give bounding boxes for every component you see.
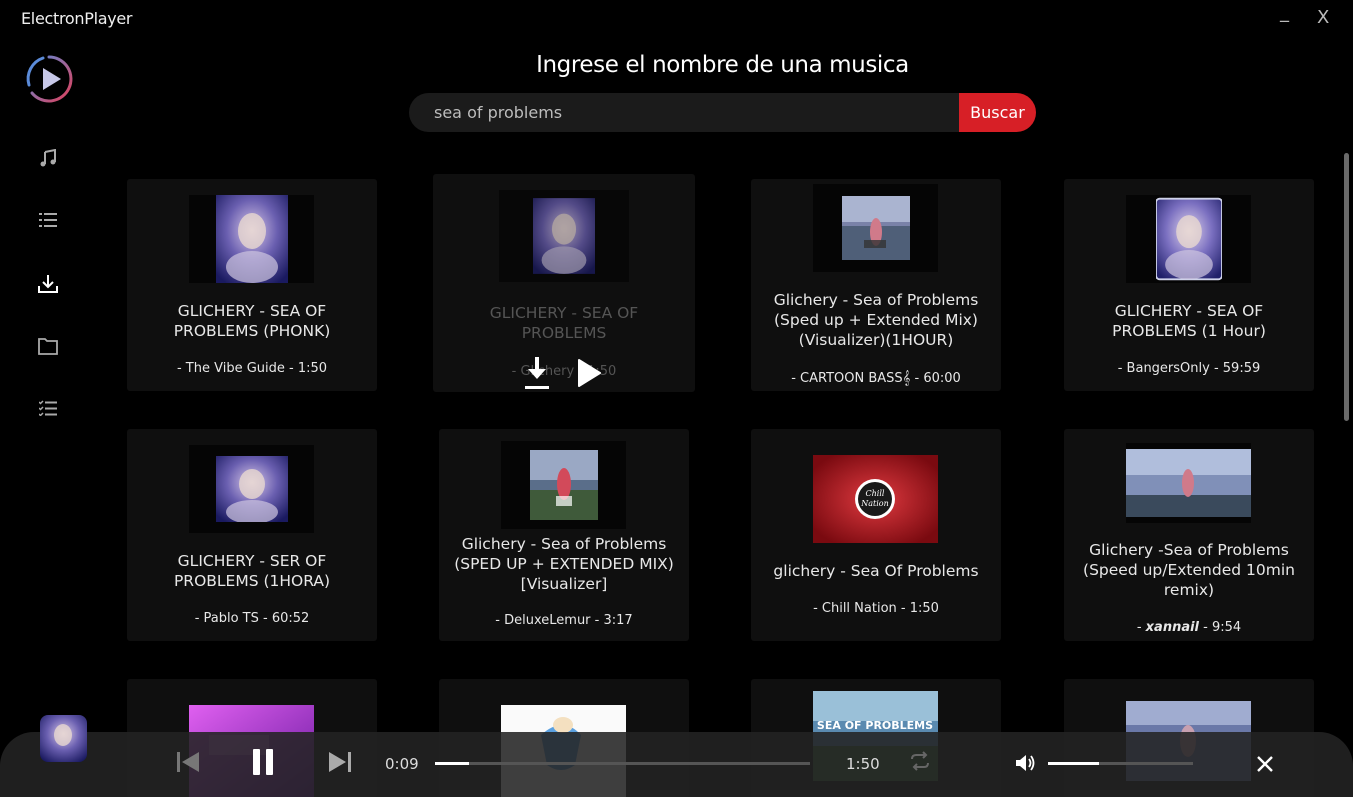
- result-title: GLICHERY - SEA OF PROBLEMS (PHONK): [173, 302, 331, 340]
- volume-fill: [1048, 762, 1099, 765]
- result-title: GLICHERY - SEA OF PROBLEMS: [489, 304, 639, 342]
- music-note-icon[interactable]: [37, 147, 59, 169]
- result-card[interactable]: Chill Nation glichery - Sea Of Problems -…: [751, 429, 1001, 641]
- result-card[interactable]: Glichery - Sea of Problems (Sped up + Ex…: [751, 179, 1001, 391]
- result-meta: - Glichery - 1:50: [511, 364, 617, 379]
- result-meta: - xannail - 9:54: [1136, 620, 1242, 635]
- svg-text:Chill: Chill: [866, 489, 885, 498]
- sidebar: [0, 40, 97, 740]
- result-title: GLICHERY - SEA OF PROBLEMS (1 Hour): [1112, 302, 1266, 340]
- page-title: Ingrese el nombre de una musica: [536, 52, 909, 78]
- result-meta: - Pablo TS - 60:52: [194, 611, 310, 626]
- pause-icon[interactable]: [250, 747, 276, 777]
- result-meta: - CARTOON BASS𝄞 - 60:00: [791, 371, 961, 386]
- download-icon[interactable]: [523, 354, 551, 392]
- total-duration: 1:50: [846, 755, 880, 773]
- result-thumbnail: [189, 195, 314, 283]
- result-title: Glichery -Sea of Problems (Speed up/Exte…: [1083, 541, 1295, 599]
- result-meta: - BangersOnly - 59:59: [1117, 361, 1261, 376]
- channel-name: xannail: [1145, 620, 1200, 635]
- result-card[interactable]: Glichery -Sea of Problems (Speed up/Exte…: [1064, 429, 1314, 641]
- previous-icon[interactable]: [175, 749, 201, 775]
- result-meta: - Chill Nation - 1:50: [813, 601, 939, 616]
- folder-icon[interactable]: [37, 335, 59, 357]
- svg-text:Nation: Nation: [860, 499, 889, 508]
- now-playing-thumbnail: [40, 715, 87, 762]
- result-thumbnail: [813, 184, 938, 272]
- result-card[interactable]: GLICHERY - SEA OF PROBLEMS - Glichery - …: [433, 174, 695, 392]
- title-bar: ElectronPlayer _ X: [0, 0, 1353, 40]
- search-button[interactable]: Buscar: [959, 93, 1036, 132]
- thumbnail-caption: SEA OF PROBLEMS: [817, 719, 933, 732]
- progress-bar[interactable]: [435, 762, 810, 765]
- download-icon[interactable]: [37, 273, 59, 295]
- result-title: GLICHERY - SER OF PROBLEMS (1HORA): [173, 552, 331, 590]
- search-bar: Buscar: [409, 93, 1036, 132]
- result-thumbnail: [1126, 195, 1251, 283]
- result-thumbnail: [189, 445, 314, 533]
- window-close-button[interactable]: X: [1317, 7, 1329, 28]
- volume-slider[interactable]: [1048, 762, 1193, 765]
- scrollbar[interactable]: [1344, 153, 1349, 421]
- volume-icon[interactable]: [1014, 752, 1038, 774]
- list-icon[interactable]: [37, 209, 59, 231]
- play-logo-icon[interactable]: [24, 54, 74, 104]
- current-time: 0:09: [385, 755, 419, 773]
- result-thumbnail: [499, 190, 629, 282]
- next-icon[interactable]: [327, 749, 353, 775]
- result-card[interactable]: GLICHERY - SEA OF PROBLEMS (1 Hour) - Ba…: [1064, 179, 1314, 391]
- result-title: Glichery - Sea of Problems (SPED UP + EX…: [454, 535, 674, 593]
- repeat-icon[interactable]: [908, 750, 932, 772]
- play-icon[interactable]: [576, 358, 602, 388]
- result-thumbnail: [1126, 443, 1251, 523]
- app-title: ElectronPlayer: [21, 9, 133, 28]
- minimize-button[interactable]: _: [1280, 2, 1289, 23]
- progress-fill: [435, 762, 469, 765]
- result-card[interactable]: GLICHERY - SEA OF PROBLEMS (PHONK) - The…: [127, 179, 377, 391]
- result-thumbnail: [501, 441, 626, 529]
- search-input[interactable]: [409, 93, 959, 132]
- close-icon[interactable]: [1255, 754, 1275, 774]
- checklist-icon[interactable]: [37, 397, 59, 419]
- result-title: glichery - Sea Of Problems: [773, 562, 979, 580]
- result-meta: - The Vibe Guide - 1:50: [176, 361, 328, 376]
- result-card[interactable]: GLICHERY - SER OF PROBLEMS (1HORA) - Pab…: [127, 429, 377, 641]
- result-title: Glichery - Sea of Problems (Sped up + Ex…: [773, 291, 979, 349]
- result-thumbnail: Chill Nation: [813, 455, 938, 543]
- result-meta: - DeluxeLemur - 3:17: [495, 613, 633, 628]
- result-card[interactable]: Glichery - Sea of Problems (SPED UP + EX…: [439, 429, 689, 641]
